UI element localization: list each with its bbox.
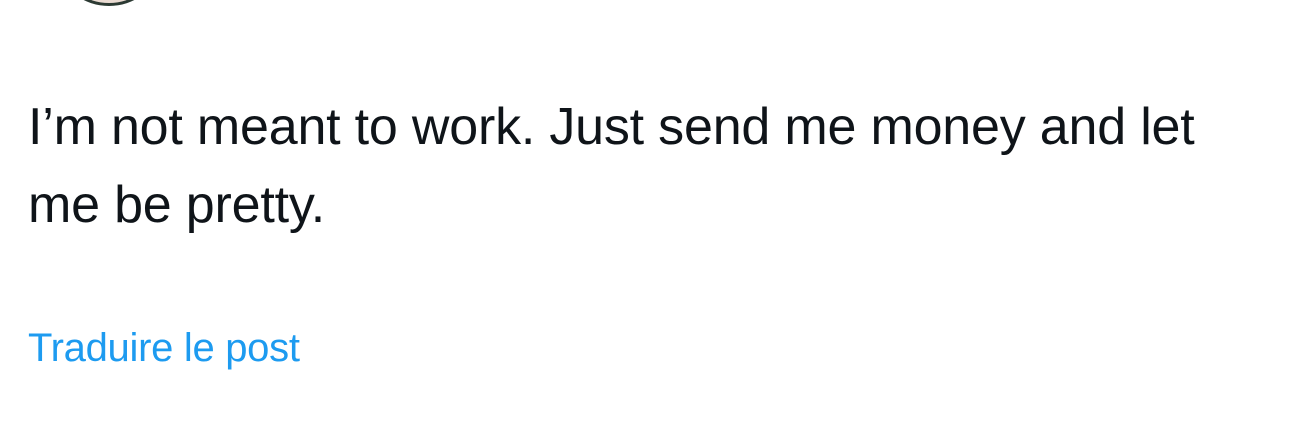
post-text: I’m not meant to work. Just send me mone… — [28, 98, 1195, 234]
post-container: I’m not meant to work. Just send me mone… — [0, 0, 1290, 429]
translate-post-link[interactable]: Traduire le post — [28, 322, 300, 374]
avatar[interactable] — [62, 0, 156, 6]
